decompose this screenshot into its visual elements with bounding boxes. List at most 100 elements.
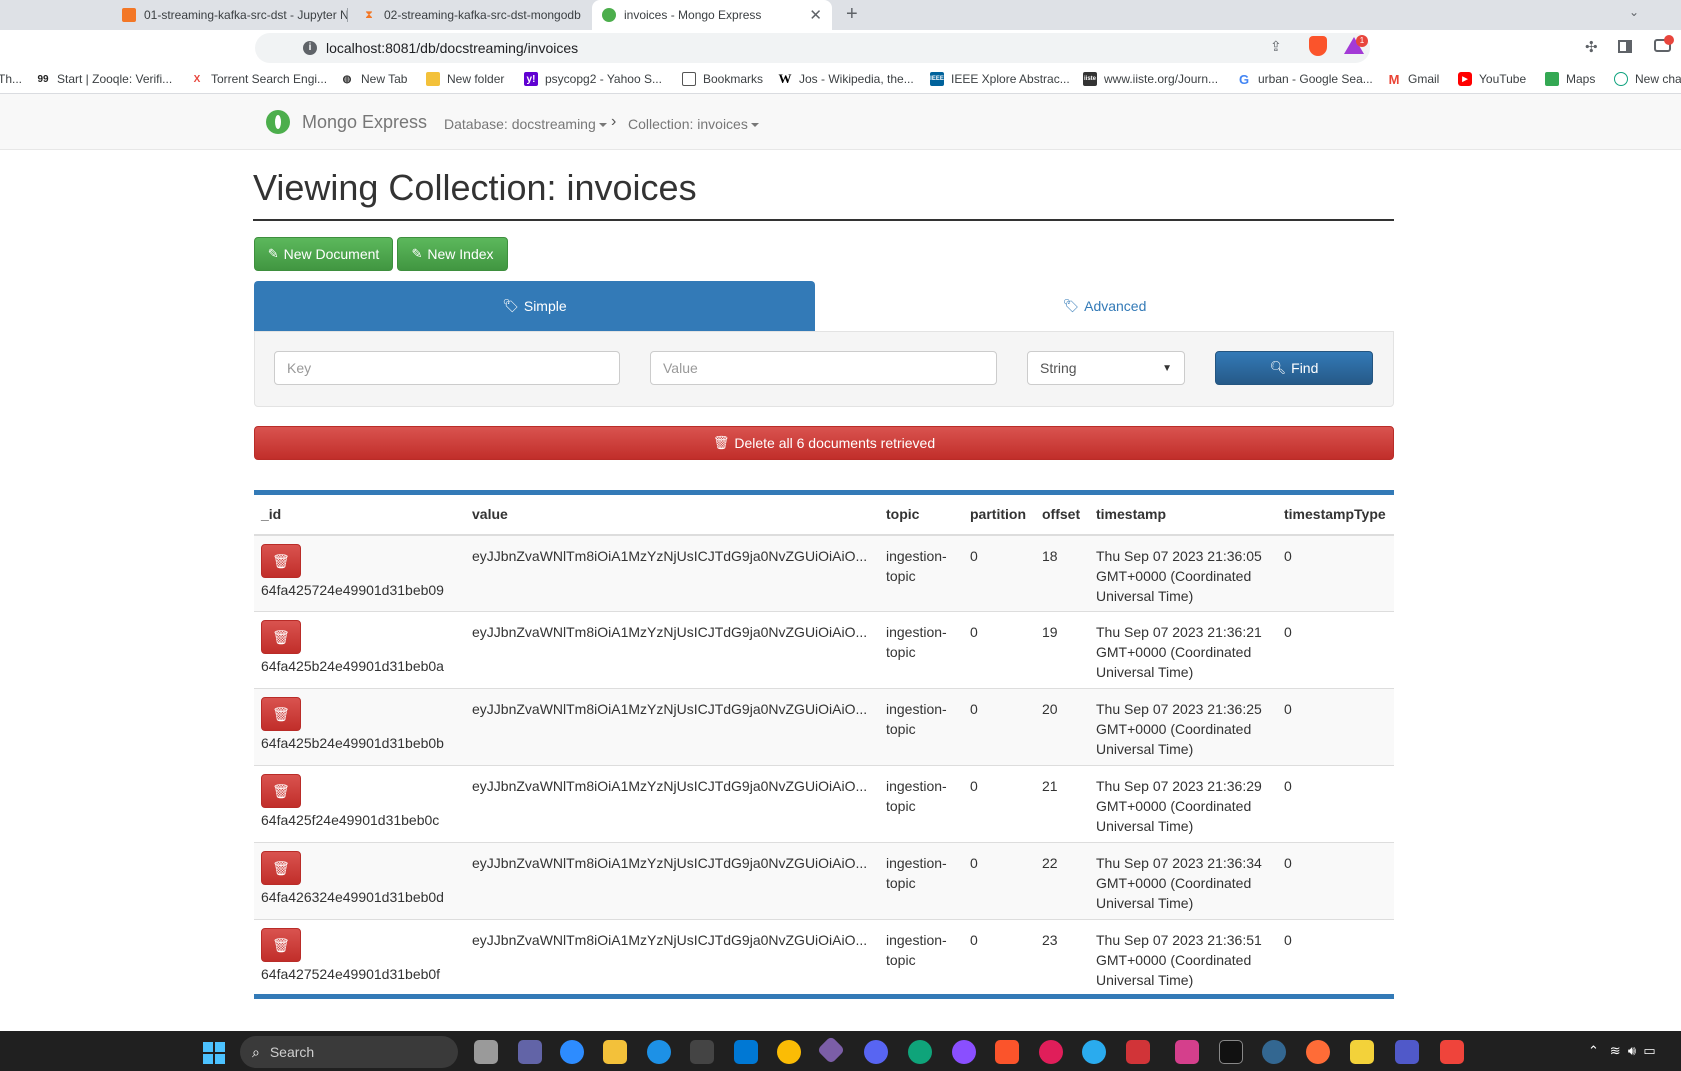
key-input[interactable]: Key <box>274 351 620 385</box>
brand-link[interactable]: Mongo Express <box>302 112 427 133</box>
postman-icon[interactable] <box>1306 1040 1330 1064</box>
teams-icon[interactable] <box>1395 1040 1419 1064</box>
chevron-up-icon[interactable]: ⌃ <box>1588 1043 1599 1058</box>
table-row[interactable]: 🗑︎ 64fa425f24e49901d31beb0c eyJJbnZvaWNlT… <box>254 765 1394 843</box>
delete-document-button[interactable]: 🗑︎ <box>261 774 301 808</box>
brave-shields-icon[interactable] <box>1309 36 1327 56</box>
anydesk-icon[interactable] <box>1440 1040 1464 1064</box>
delete-document-button[interactable]: 🗑︎ <box>261 620 301 654</box>
browser-tab-mongo-express[interactable]: invoices - Mongo Express ✕ <box>592 0 832 30</box>
column-header[interactable]: _id <box>254 492 465 536</box>
database-dropdown[interactable]: Database: docstreaming <box>444 116 607 132</box>
document-id[interactable]: 64fa426324e49901d31beb0d <box>261 889 444 905</box>
column-header[interactable]: partition <box>963 492 1035 536</box>
column-header[interactable]: timestamp <box>1089 492 1277 536</box>
file-explorer-icon[interactable] <box>603 1040 627 1064</box>
table-row[interactable]: 🗑︎ 64fa425b24e49901d31beb0a eyJJbnZvaWNlT… <box>254 611 1394 689</box>
discord-icon[interactable] <box>864 1040 888 1064</box>
teams-chat-icon[interactable] <box>518 1040 542 1064</box>
column-header[interactable]: topic <box>879 492 963 536</box>
site-info-icon[interactable]: i <box>303 41 317 55</box>
wifi-icon[interactable]: ≋ <box>1610 1043 1621 1058</box>
document-id[interactable]: 64fa427524e49901d31beb0f <box>261 966 440 982</box>
value-cell[interactable]: eyJJbnZvaWNlTm8iOiA1MzYzNjUsICJTdG9ja0Nv… <box>472 930 872 950</box>
close-tab-icon[interactable]: ✕ <box>809 6 822 24</box>
bookmark-item[interactable]: Bookmarks <box>682 72 763 86</box>
delete-all-button[interactable]: 🗑︎ Delete all 6 documents retrieved <box>254 426 1394 460</box>
delete-document-button[interactable]: 🗑︎ <box>261 851 301 885</box>
telegram-icon[interactable] <box>1082 1040 1106 1064</box>
table-row[interactable]: 🗑︎ 64fa426324e49901d31beb0d eyJJbnZvaWNlT… <box>254 842 1394 920</box>
git-icon[interactable] <box>816 1035 846 1065</box>
share-icon[interactable]: ⇪ <box>1270 38 1282 55</box>
column-header[interactable]: timestampType <box>1277 492 1394 536</box>
tab-simple[interactable]: 🏷 Simple <box>254 281 815 331</box>
mongo-leaf-icon[interactable] <box>266 110 290 134</box>
github-icon[interactable] <box>952 1040 976 1064</box>
zoom-icon[interactable] <box>560 1040 584 1064</box>
browser-tab-mongodb-notebook[interactable]: ⧗ 02-streaming-kafka-src-dst-mongodb <box>352 0 588 30</box>
table-row[interactable]: 🗑︎ 64fa425b24e49901d31beb0b eyJJbnZvaWNlT… <box>254 688 1394 766</box>
sticky-notes-icon[interactable] <box>1350 1040 1374 1064</box>
bookmark-item[interactable]: Gurban - Google Sea... <box>1237 72 1373 87</box>
bookmark-item[interactable]: Maps <box>1545 72 1595 86</box>
tab-advanced[interactable]: 🏷 Advanced <box>815 281 1394 331</box>
cmd-icon[interactable] <box>1219 1040 1243 1064</box>
bookmark-item[interactable]: M Gmail <box>1387 72 1440 87</box>
slack-icon[interactable] <box>1039 1040 1063 1064</box>
type-select[interactable]: String ▼ <box>1027 351 1185 385</box>
battery-icon[interactable]: ▭ <box>1643 1043 1655 1058</box>
delete-document-button[interactable]: 🗑︎ <box>261 928 301 962</box>
system-tray[interactable]: ⌃ ≋ 🔊︎ ▭ <box>1588 1043 1656 1059</box>
column-header[interactable]: value <box>465 492 879 536</box>
value-cell[interactable]: eyJJbnZvaWNlTm8iOiA1MzYzNjUsICJTdG9ja0Nv… <box>472 622 872 642</box>
new-document-button[interactable]: ✎ New Document <box>254 237 393 271</box>
chrome-icon[interactable] <box>777 1040 801 1064</box>
bookmark-item[interactable]: New cha <box>1614 72 1681 86</box>
value-cell[interactable]: eyJJbnZvaWNlTm8iOiA1MzYzNjUsICJTdG9ja0Nv… <box>472 776 872 796</box>
new-index-button[interactable]: ✎ New Index <box>397 237 508 271</box>
bookmark-item[interactable]: X Torrent Search Engi... <box>190 72 327 86</box>
table-row[interactable]: 🗑︎ 64fa427524e49901d31beb0f eyJJbnZvaWNlT… <box>254 919 1394 997</box>
sidebar-toggle-icon[interactable] <box>1618 40 1632 53</box>
table-row[interactable]: 🗑︎ 64fa425724e49901d31beb09 eyJJbnZvaWNlT… <box>254 534 1394 612</box>
document-id[interactable]: 64fa425b24e49901d31beb0a <box>261 658 444 674</box>
task-view-icon[interactable] <box>474 1040 498 1064</box>
notepad-icon[interactable] <box>1126 1040 1150 1064</box>
bookmark-item[interactable]: y! psycopg2 - Yahoo S... <box>524 72 662 86</box>
windows-start-icon[interactable] <box>203 1042 225 1064</box>
app-icon[interactable] <box>1175 1040 1199 1064</box>
collection-dropdown[interactable]: Collection: invoices <box>628 116 759 132</box>
new-tab-icon[interactable]: + <box>846 3 858 26</box>
postgres-icon[interactable] <box>1262 1040 1286 1064</box>
value-cell[interactable]: eyJJbnZvaWNlTm8iOiA1MzYzNjUsICJTdG9ja0Nv… <box>472 546 872 566</box>
bookmark-item[interactable]: iiste www.iiste.org/Journ... <box>1083 72 1218 86</box>
column-header[interactable]: offset <box>1035 492 1089 536</box>
bookmark-item[interactable]: Th... <box>0 72 22 86</box>
bookmark-item[interactable]: ◍ New Tab <box>340 72 408 86</box>
taskbar-search[interactable]: ⌕ Search <box>240 1036 458 1068</box>
bookmark-item[interactable]: ▶ YouTube <box>1458 72 1526 86</box>
bookmark-item[interactable]: New folder <box>426 72 504 86</box>
browser-tab-jupyter[interactable]: 01-streaming-kafka-src-dst - Jupyter N <box>112 0 348 30</box>
find-button[interactable]: 🔍︎ Find <box>1215 351 1373 385</box>
document-id[interactable]: 64fa425724e49901d31beb09 <box>261 582 444 598</box>
delete-document-button[interactable]: 🗑︎ <box>261 697 301 731</box>
volume-icon[interactable]: 🔊︎ <box>1628 1043 1636 1058</box>
docker-icon[interactable] <box>647 1040 671 1064</box>
document-id[interactable]: 64fa425f24e49901d31beb0c <box>261 812 439 828</box>
bookmark-item[interactable]: 99 Start | Zooqle: Verifi... <box>36 72 172 86</box>
value-cell[interactable]: eyJJbnZvaWNlTm8iOiA1MzYzNjUsICJTdG9ja0Nv… <box>472 699 872 719</box>
vscode-icon[interactable] <box>734 1040 758 1064</box>
terminal-icon[interactable] <box>690 1040 714 1064</box>
delete-document-button[interactable]: 🗑︎ <box>261 543 301 578</box>
document-id[interactable]: 64fa425b24e49901d31beb0b <box>261 735 444 751</box>
value-cell[interactable]: eyJJbnZvaWNlTm8iOiA1MzYzNjUsICJTdG9ja0Nv… <box>472 853 872 873</box>
chevron-down-icon[interactable]: ⌄ <box>1629 5 1639 19</box>
edge-icon[interactable] <box>908 1040 932 1064</box>
value-input[interactable]: Value <box>650 351 997 385</box>
brave-icon[interactable] <box>995 1040 1019 1064</box>
bookmark-item[interactable]: IEEE IEEE Xplore Abstrac... <box>930 72 1070 86</box>
url-text[interactable]: localhost:8081/db/docstreaming/invoices <box>326 40 578 56</box>
extensions-icon[interactable]: ✣ <box>1585 38 1598 56</box>
